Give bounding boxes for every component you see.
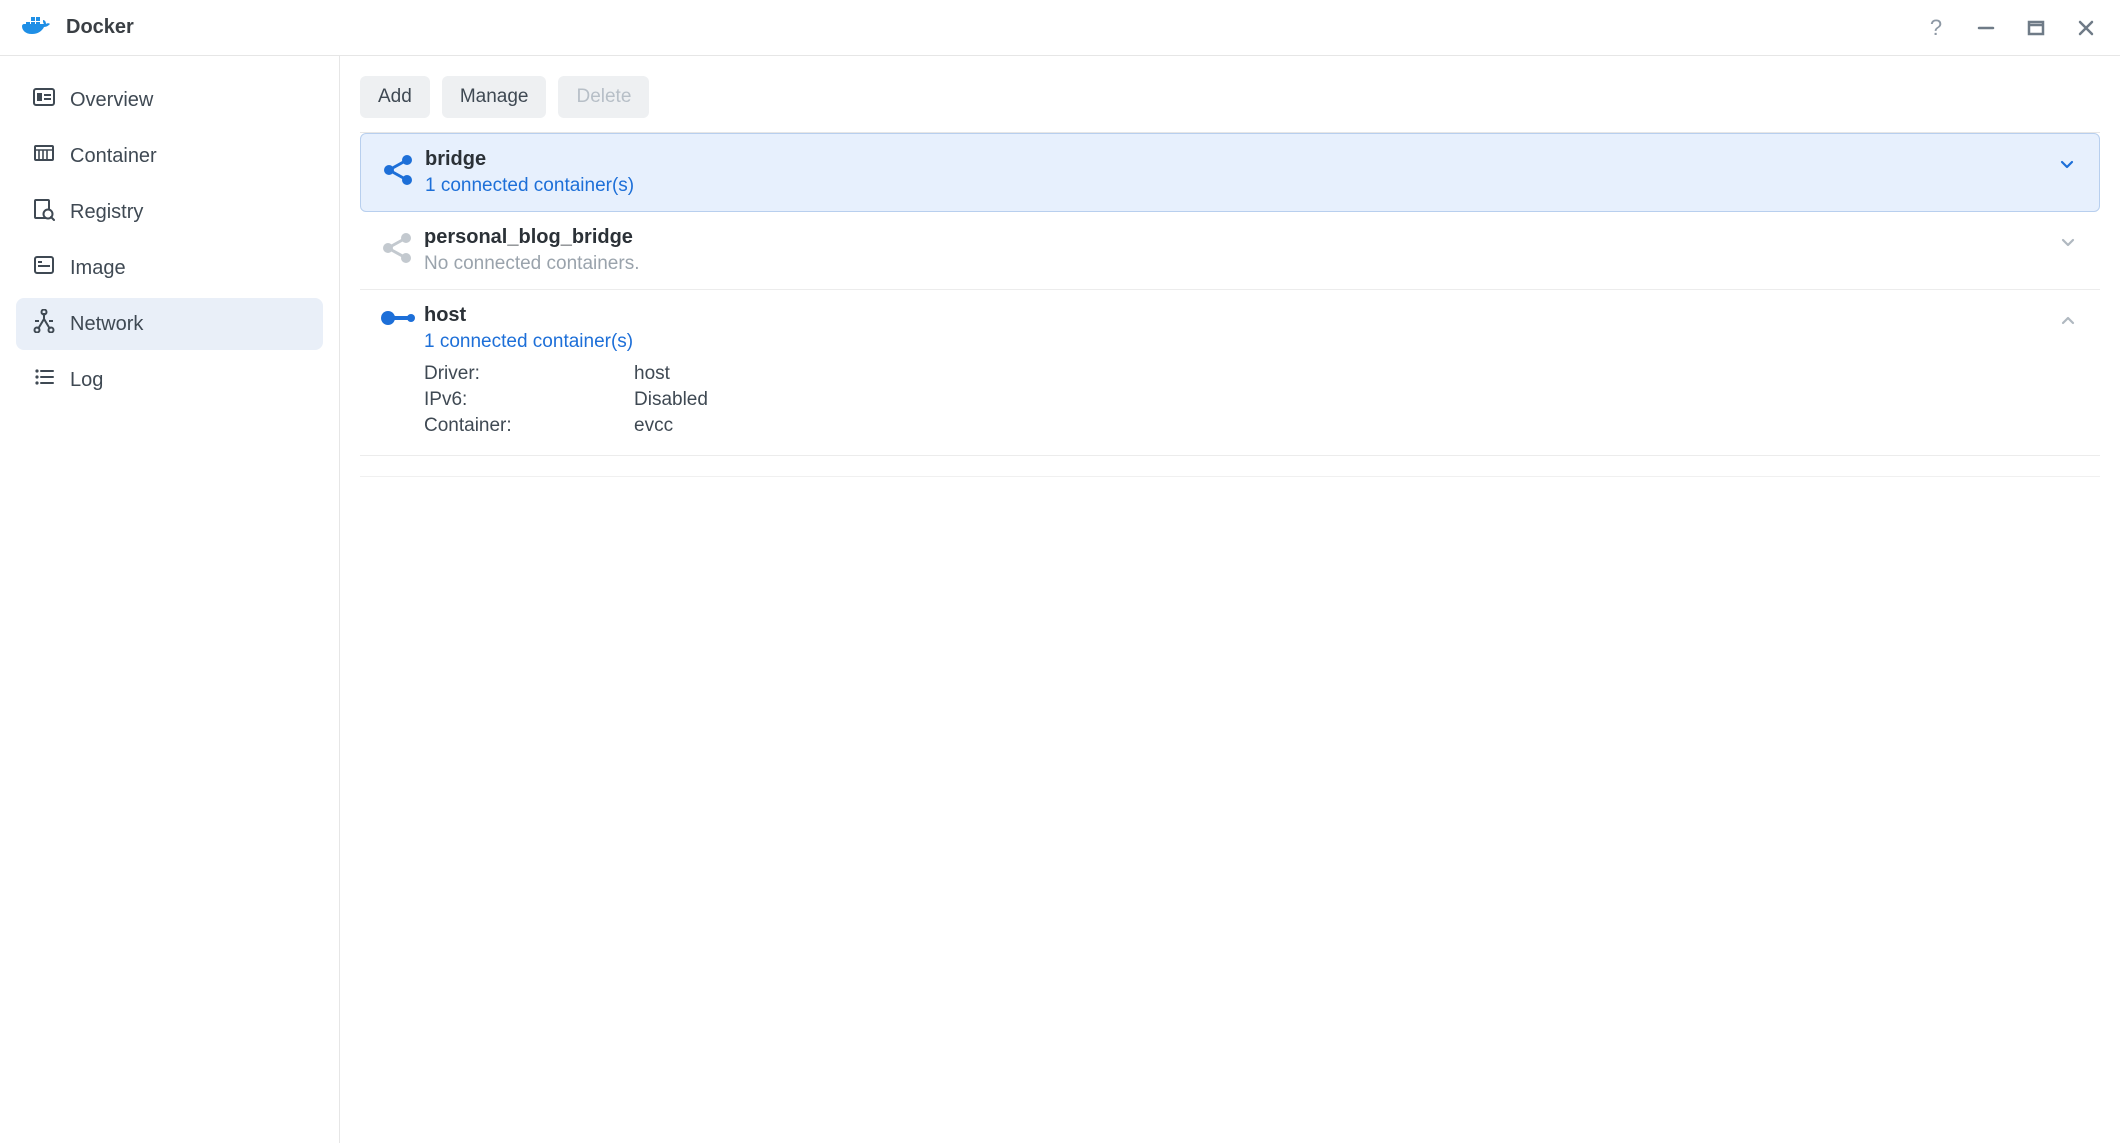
sidebar-item-label: Image — [70, 257, 126, 280]
titlebar: Docker ? — [0, 0, 2120, 56]
app-title: Docker — [66, 16, 134, 39]
sidebar-item-label: Registry — [70, 201, 143, 224]
chevron-up-icon[interactable] — [2054, 312, 2082, 328]
sidebar-item-network[interactable]: Network — [16, 298, 323, 350]
minimize-button[interactable] — [1974, 16, 1998, 40]
detail-key: IPv6: — [424, 389, 634, 411]
network-list: bridge 1 connected container(s) — [360, 132, 2100, 477]
network-subtitle: No connected containers. — [424, 253, 2054, 275]
share-icon — [379, 152, 425, 193]
sidebar-item-label: Overview — [70, 89, 153, 112]
sidebar: Overview Container Registry Image — [0, 56, 340, 1143]
share-icon — [378, 230, 424, 271]
detail-value: evcc — [634, 415, 673, 437]
network-icon — [32, 309, 56, 339]
close-button[interactable] — [2074, 16, 2098, 40]
network-row-personal-blog-bridge[interactable]: personal_blog_bridge No connected contai… — [360, 212, 2100, 290]
network-name: host — [424, 304, 2054, 327]
log-icon — [32, 365, 56, 395]
chevron-down-icon[interactable] — [2053, 156, 2081, 172]
network-name: bridge — [425, 148, 2053, 171]
network-subtitle[interactable]: 1 connected container(s) — [425, 175, 2053, 197]
sidebar-item-label: Container — [70, 145, 157, 168]
overview-icon — [32, 85, 56, 115]
sidebar-item-image[interactable]: Image — [16, 242, 323, 294]
detail-value: Disabled — [634, 389, 708, 411]
network-row-body: bridge 1 connected container(s) — [425, 148, 2053, 197]
titlebar-left: Docker — [22, 14, 134, 41]
content: Overview Container Registry Image — [0, 56, 2120, 1143]
main-pane: Add Manage Delete bridge 1 connected con… — [340, 56, 2120, 1143]
help-button[interactable]: ? — [1924, 16, 1948, 40]
network-row-host[interactable]: host 1 connected container(s) Driver: ho… — [360, 290, 2100, 456]
detail-row-driver: Driver: host — [424, 363, 2054, 385]
host-network-icon — [378, 308, 424, 333]
network-subtitle[interactable]: 1 connected container(s) — [424, 331, 2054, 353]
sidebar-item-label: Network — [70, 313, 143, 336]
toolbar: Add Manage Delete — [360, 76, 2100, 118]
delete-button[interactable]: Delete — [558, 76, 649, 118]
window-controls: ? — [1924, 16, 2098, 40]
manage-button[interactable]: Manage — [442, 76, 547, 118]
sidebar-item-overview[interactable]: Overview — [16, 74, 323, 126]
detail-key: Container: — [424, 415, 634, 437]
sidebar-item-registry[interactable]: Registry — [16, 186, 323, 238]
image-icon — [32, 253, 56, 283]
sidebar-nav: Overview Container Registry Image — [16, 74, 323, 406]
detail-value: host — [634, 363, 670, 385]
network-row-bridge[interactable]: bridge 1 connected container(s) — [360, 133, 2100, 212]
sidebar-item-label: Log — [70, 369, 103, 392]
network-row-body: personal_blog_bridge No connected contai… — [424, 226, 2054, 275]
add-button[interactable]: Add — [360, 76, 430, 118]
sidebar-item-log[interactable]: Log — [16, 354, 323, 406]
detail-key: Driver: — [424, 363, 634, 385]
maximize-button[interactable] — [2024, 16, 2048, 40]
chevron-down-icon[interactable] — [2054, 234, 2082, 250]
network-row-body: host 1 connected container(s) Driver: ho… — [424, 304, 2054, 441]
detail-row-container: Container: evcc — [424, 415, 2054, 437]
list-terminator — [360, 476, 2100, 477]
sidebar-item-container[interactable]: Container — [16, 130, 323, 182]
network-details: Driver: host IPv6: Disabled Container: e… — [424, 363, 2054, 437]
detail-row-ipv6: IPv6: Disabled — [424, 389, 2054, 411]
docker-logo-icon — [22, 14, 52, 41]
registry-icon — [32, 197, 56, 227]
network-name: personal_blog_bridge — [424, 226, 2054, 249]
container-icon — [32, 141, 56, 171]
